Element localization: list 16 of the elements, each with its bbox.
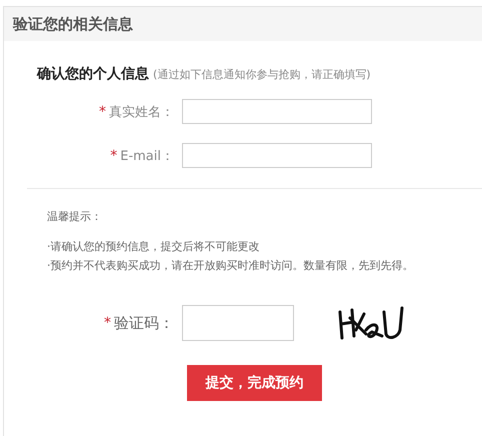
section-heading: 确认您的个人信息: [37, 65, 149, 83]
captcha-input-field[interactable]: [182, 305, 294, 341]
tip-line: ·预约并不代表购买成功，请在开放购买时准时访问。数量有限，先到先得。: [47, 258, 414, 274]
field-label: 验证码：: [114, 314, 174, 332]
input-field[interactable]: [182, 143, 372, 168]
required-marker: *: [110, 148, 118, 164]
tip-line: ·请确认您的预约信息，提交后将不可能更改: [47, 239, 260, 255]
input-field[interactable]: [182, 99, 372, 124]
submit-button[interactable]: 提交，完成预约: [187, 365, 322, 401]
tips-title: 温馨提示：: [47, 209, 103, 224]
required-marker: *: [104, 315, 111, 331]
field-label: E-mail：: [120, 148, 174, 164]
field-label: 真实姓名：: [109, 104, 174, 120]
required-marker: *: [99, 104, 106, 120]
section-note: (通过如下信息通知你参与抢购，请正确填写): [153, 67, 371, 82]
panel-title: 验证您的相关信息: [13, 14, 133, 34]
